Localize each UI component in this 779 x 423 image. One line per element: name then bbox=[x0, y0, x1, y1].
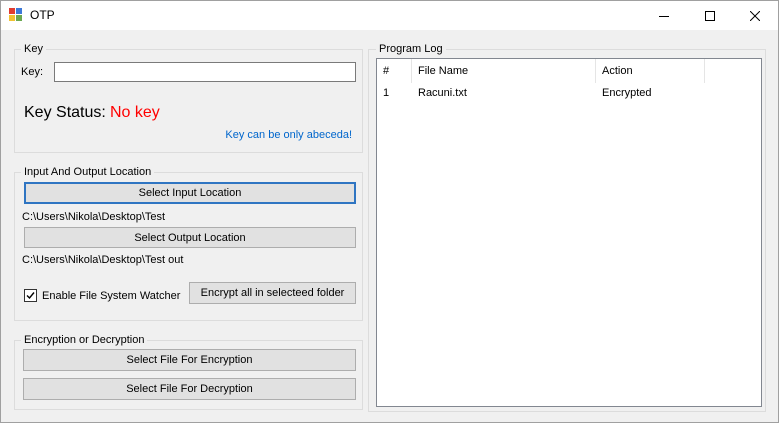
log-listview[interactable]: # File Name Action 1 Racuni.txt Encrypte… bbox=[376, 58, 762, 407]
close-icon bbox=[750, 10, 760, 21]
key-group: Key Key: Key Status: No key Key can be o… bbox=[14, 42, 363, 153]
crypt-group: Encryption or Decryption Select File For… bbox=[14, 333, 363, 410]
key-status-label: Key Status: bbox=[24, 104, 106, 121]
select-output-button[interactable]: Select Output Location bbox=[24, 227, 356, 248]
maximize-button[interactable] bbox=[687, 1, 733, 30]
key-group-title: Key bbox=[21, 42, 46, 56]
maximize-icon bbox=[705, 10, 715, 21]
decrypt-file-button[interactable]: Select File For Decryption bbox=[23, 378, 356, 400]
io-group: Input And Output Location Select Input L… bbox=[14, 165, 363, 321]
key-label: Key: bbox=[21, 66, 44, 78]
app-window: OTP Key Key: Key Status: No key Key can … bbox=[0, 0, 779, 423]
output-path: C:\Users\Nikola\Desktop\Test out bbox=[22, 254, 184, 266]
title-bar: OTP bbox=[1, 1, 778, 30]
io-group-title: Input And Output Location bbox=[21, 165, 155, 179]
minimize-button[interactable] bbox=[641, 1, 687, 30]
key-input[interactable] bbox=[54, 62, 356, 82]
column-header-number[interactable]: # bbox=[377, 59, 412, 83]
checkmark-icon bbox=[26, 292, 35, 300]
column-header-action[interactable]: Action bbox=[596, 59, 705, 83]
encrypt-file-button[interactable]: Select File For Encryption bbox=[23, 349, 356, 371]
crypt-group-title: Encryption or Decryption bbox=[21, 333, 148, 347]
select-input-button[interactable]: Select Input Location bbox=[24, 182, 356, 204]
key-hint: Key can be only abeceda! bbox=[225, 129, 352, 141]
input-path: C:\Users\Nikola\Desktop\Test bbox=[22, 211, 166, 223]
column-header-file-name[interactable]: File Name bbox=[412, 59, 596, 83]
watcher-label[interactable]: Enable File System Watcher bbox=[42, 289, 180, 303]
key-status-value: No key bbox=[110, 104, 160, 121]
log-group-title: Program Log bbox=[376, 42, 446, 56]
row-number: 1 bbox=[383, 87, 390, 99]
encrypt-all-button[interactable]: Encrypt all in selecteed folder bbox=[189, 282, 356, 304]
minimize-icon bbox=[659, 15, 669, 17]
row-file-name: Racuni.txt bbox=[418, 87, 467, 99]
app-icon bbox=[9, 8, 23, 22]
row-action: Encrypted bbox=[602, 87, 652, 99]
log-group: Program Log # File Name Action 1 Racuni.… bbox=[368, 42, 766, 412]
window-title: OTP bbox=[30, 8, 55, 22]
close-button[interactable] bbox=[732, 1, 778, 30]
watcher-checkbox[interactable] bbox=[24, 289, 37, 302]
